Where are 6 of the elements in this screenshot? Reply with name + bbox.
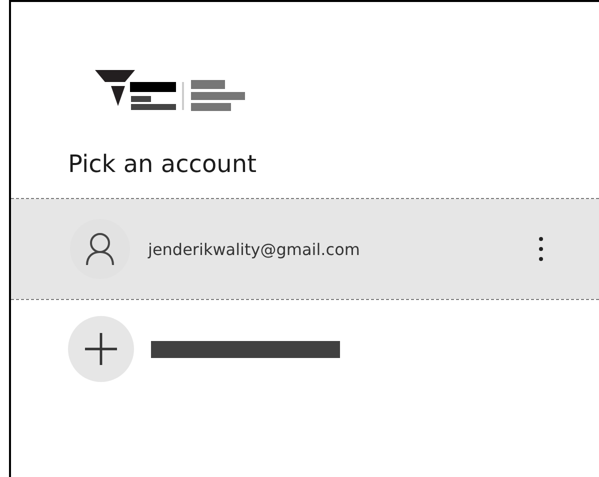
account-row[interactable]: jenderikwality@gmail.com xyxy=(11,199,599,299)
plus-icon xyxy=(83,331,119,367)
dialog-title: Pick an account xyxy=(68,149,258,180)
person-icon xyxy=(85,232,115,266)
account-email: jenderikwality@gmail.com xyxy=(148,240,360,258)
more-options-icon[interactable] xyxy=(538,236,544,262)
